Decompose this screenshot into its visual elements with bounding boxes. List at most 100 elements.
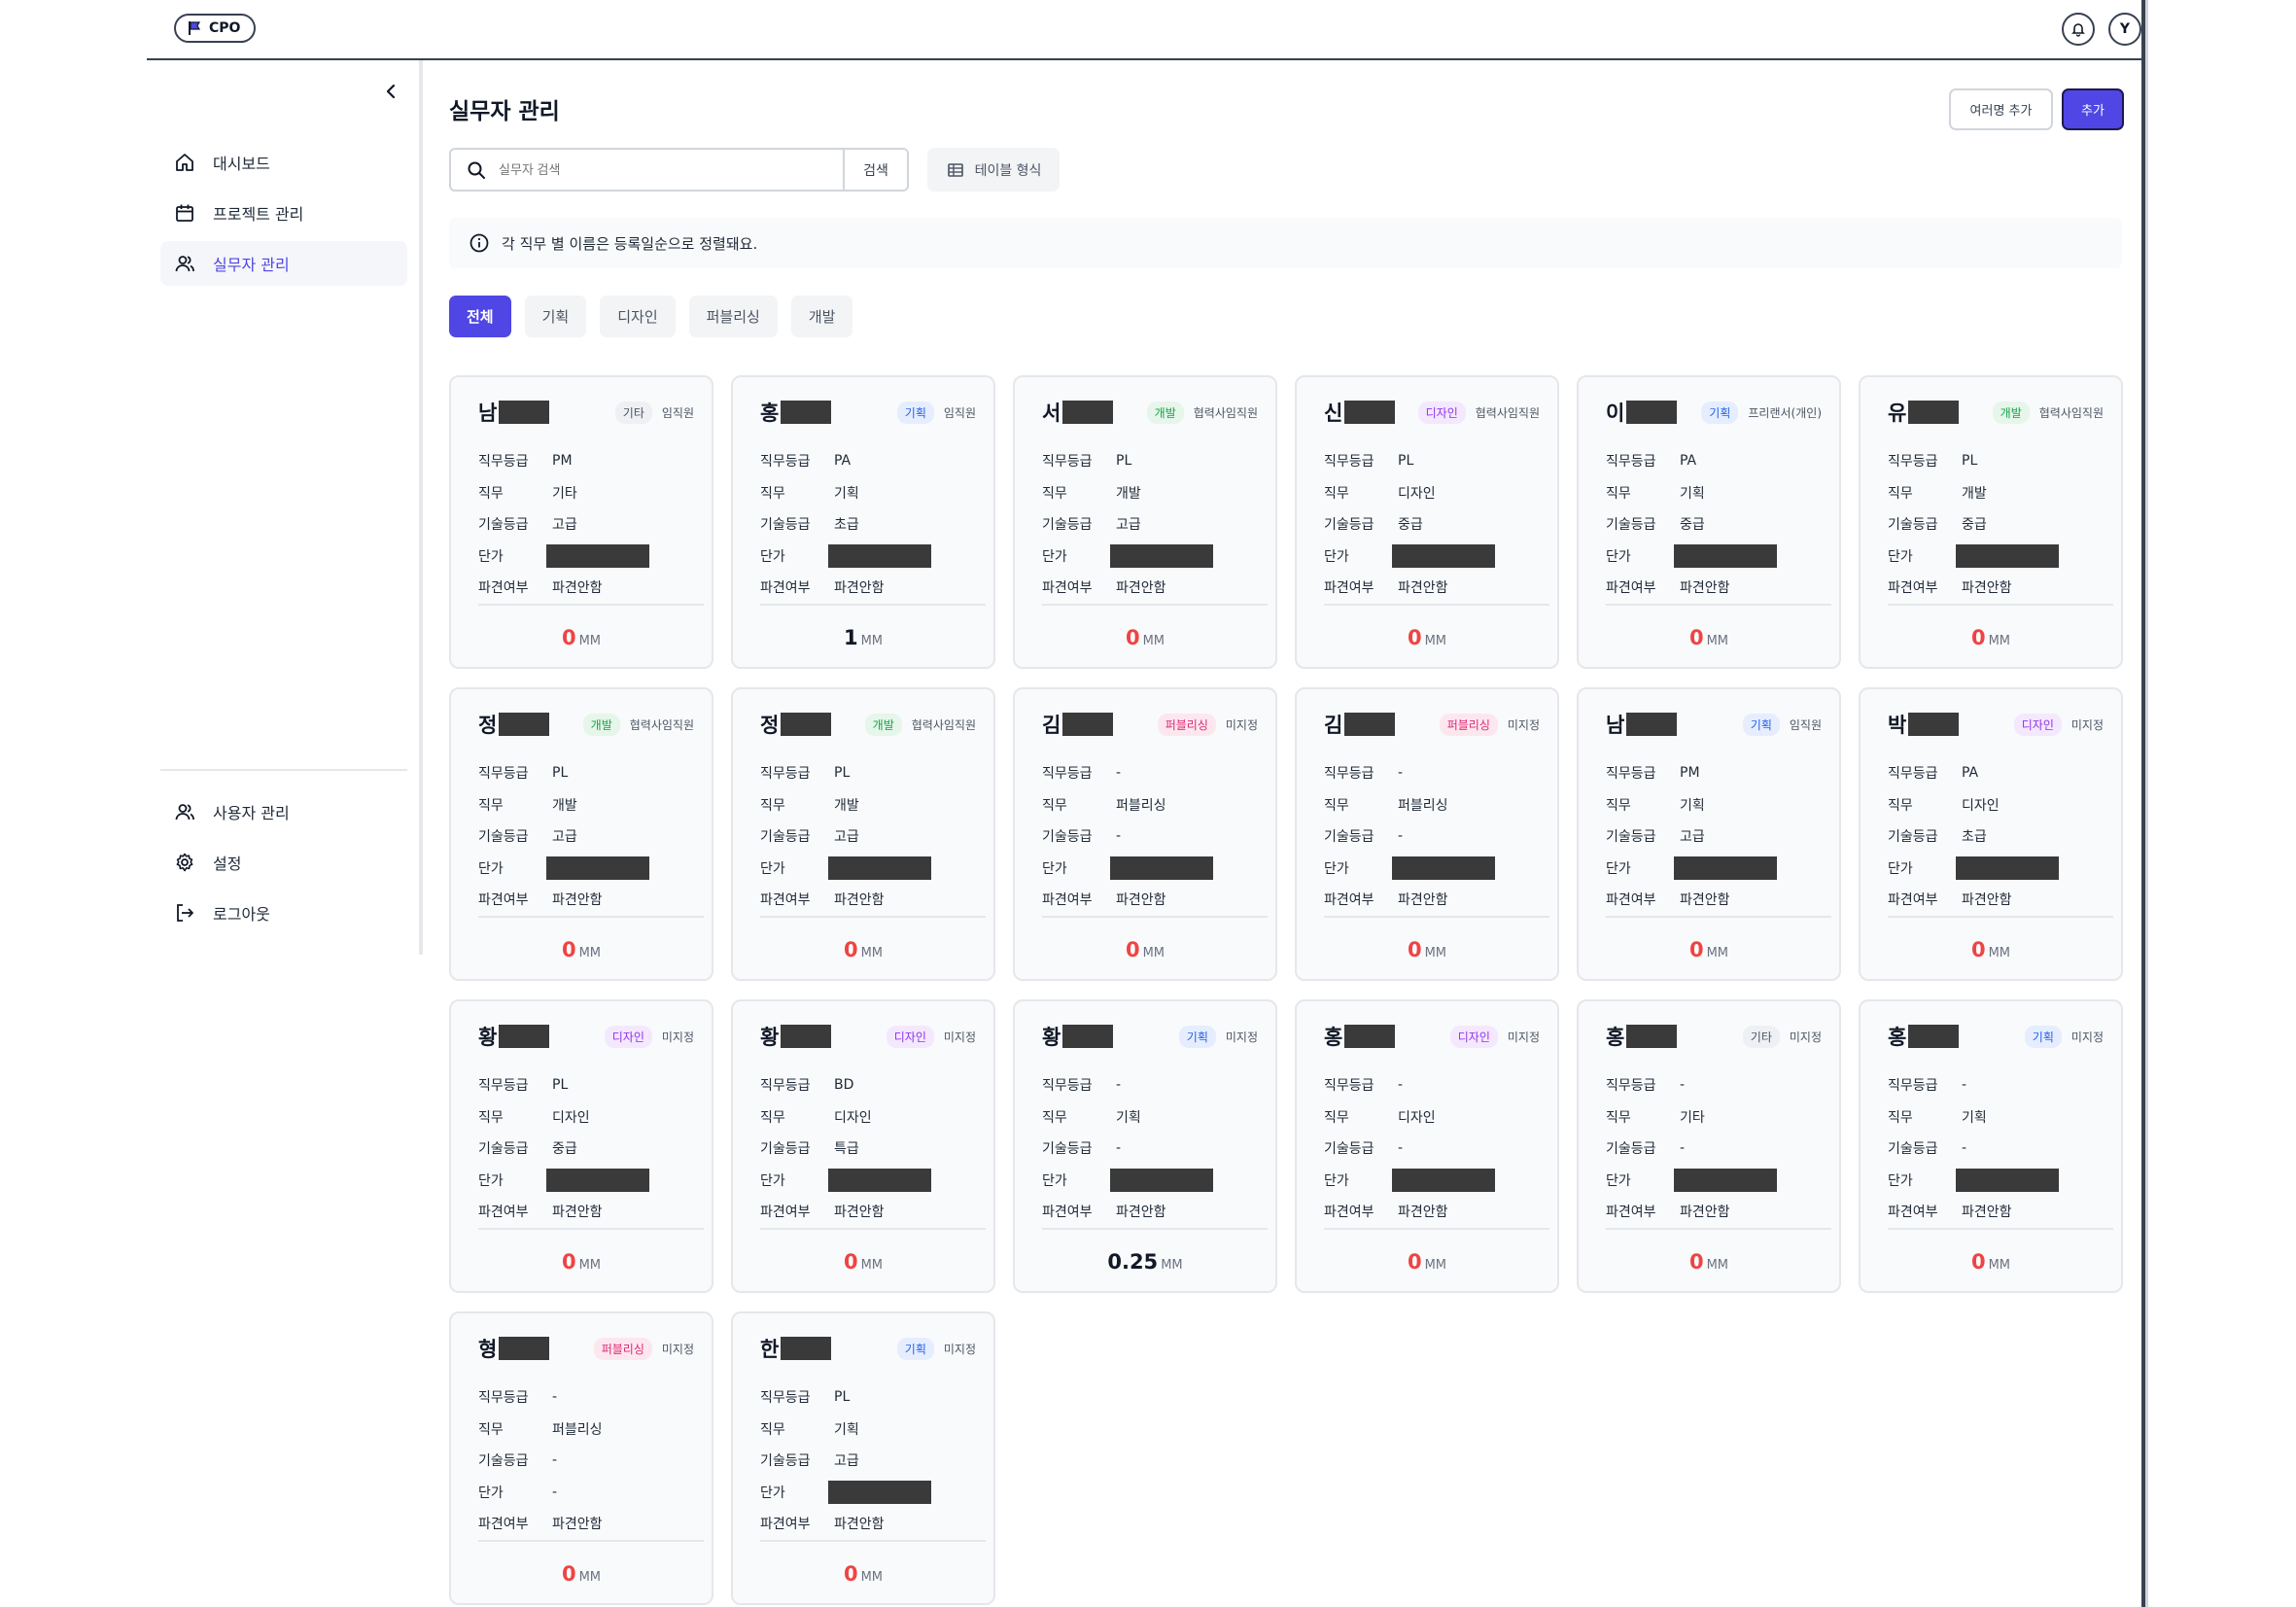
- practitioner-card[interactable]: 형 퍼블리싱 미지정 직무등급 - 직무 퍼블리싱 기술등급 - 단가 - 파견여부 파견…: [449, 1311, 713, 1605]
- card-fields: 직무등급 PM 직무 기획 기술등급 고급 단가 파견여부 파견안함: [1606, 757, 1822, 916]
- practitioner-card[interactable]: 서 개발 협력사임직원 직무등급 PL 직무 개발 기술등급 고급 단가 파견여부 파견…: [1013, 375, 1277, 669]
- field-value: 디자인: [834, 1109, 872, 1126]
- tab-planning[interactable]: 기획: [524, 296, 587, 337]
- sidebar-item-users[interactable]: 사용자 관리: [160, 789, 407, 834]
- card-divider: [1324, 1228, 1549, 1230]
- practitioner-card[interactable]: 김 퍼블리싱 미지정 직무등급 - 직무 퍼블리싱 기술등급 - 단가 파견여부 파견안…: [1013, 687, 1277, 981]
- sidebar-item-settings[interactable]: 설정: [160, 840, 407, 885]
- practitioner-name: 홍: [760, 398, 832, 427]
- job-badge: 디자인: [1449, 1025, 1498, 1048]
- sidebar-item-projects[interactable]: 프로젝트 관리: [160, 191, 407, 235]
- card-divider: [760, 916, 986, 918]
- field-label: 직무등급: [760, 1078, 811, 1095]
- field-label: 단가: [1042, 860, 1067, 877]
- add-button[interactable]: 추가: [2062, 88, 2124, 130]
- tab-design[interactable]: 디자인: [600, 296, 676, 337]
- man-month-unit: MM: [1706, 1258, 1729, 1273]
- card-fields: 직무등급 - 직무 퍼블리싱 기술등급 - 단가 - 파견여부 파견안함: [478, 1381, 694, 1540]
- field-row-price: 단가: [1606, 853, 1822, 885]
- employment-status: 미지정: [661, 1030, 694, 1044]
- collapse-sidebar-button[interactable]: [382, 82, 401, 101]
- field-value: PL: [1398, 453, 1414, 470]
- man-month-value: 0: [1407, 1250, 1422, 1274]
- logo[interactable]: CPO: [174, 14, 257, 43]
- field-value: 파견안함: [1398, 580, 1448, 597]
- sidebar-item-practitioners[interactable]: 실무자 관리: [160, 241, 407, 286]
- tab-development[interactable]: 개발: [790, 296, 853, 337]
- tab-all[interactable]: 전체: [449, 296, 511, 337]
- field-label: 단가: [1888, 548, 1913, 565]
- card-badges: 개발 협력사임직원: [1146, 401, 1258, 424]
- field-row-dispatch: 파견여부 파견안함: [478, 884, 694, 916]
- practitioner-card[interactable]: 남 기타 임직원 직무등급 PM 직무 기타 기술등급 고급 단가 파견여부 파견안함 …: [449, 375, 713, 669]
- practitioner-card[interactable]: 유 개발 협력사임직원 직무등급 PL 직무 개발 기술등급 중급 단가 파견여부 파견…: [1859, 375, 2123, 669]
- redacted-price: [828, 856, 931, 880]
- sidebar-item-dashboard[interactable]: 대시보드: [160, 140, 407, 185]
- card-header: 서 개발 협력사임직원: [1042, 399, 1258, 426]
- add-multiple-button[interactable]: 여러명 추가: [1949, 88, 2053, 130]
- notification-button[interactable]: [2062, 13, 2095, 46]
- practitioner-card[interactable]: 신 디자인 협력사임직원 직무등급 PL 직무 디자인 기술등급 중급 단가 파견여부…: [1295, 375, 1559, 669]
- field-value: 파견안함: [1962, 1205, 2012, 1221]
- field-row-job: 직무 개발: [1042, 477, 1258, 509]
- practitioner-card[interactable]: 정 개발 협력사임직원 직무등급 PL 직무 개발 기술등급 고급 단가 파견여부 파견…: [731, 687, 995, 981]
- redacted-price: [1956, 856, 2059, 880]
- card-fields: 직무등급 PM 직무 기타 기술등급 고급 단가 파견여부 파견안함: [478, 445, 694, 604]
- practitioner-card[interactable]: 남 기획 임직원 직무등급 PM 직무 기획 기술등급 고급 단가 파견여부 파견안함 …: [1577, 687, 1841, 981]
- field-row-price: 단가: [1888, 541, 2104, 573]
- field-label: 직무: [1324, 797, 1349, 814]
- practitioner-card[interactable]: 정 개발 협력사임직원 직무등급 PL 직무 개발 기술등급 고급 단가 파견여부 파견…: [449, 687, 713, 981]
- card-divider: [1606, 604, 1831, 606]
- practitioner-card[interactable]: 홍 기획 미지정 직무등급 - 직무 기획 기술등급 - 단가 파견여부 파견안함 0M…: [1859, 999, 2123, 1293]
- field-value: 고급: [1116, 517, 1141, 534]
- practitioner-card[interactable]: 이 기획 프리랜서(개인) 직무등급 PA 직무 기획 기술등급 중급 단가 파견여부…: [1577, 375, 1841, 669]
- field-label: 직무: [1888, 797, 1913, 814]
- redacted-name: [1062, 401, 1114, 424]
- table-view-button[interactable]: 테이블 형식: [927, 148, 1060, 192]
- practitioner-card[interactable]: 홍 기타 미지정 직무등급 - 직무 기타 기술등급 - 단가 파견여부 파견안함 0M…: [1577, 999, 1841, 1293]
- user-avatar[interactable]: Y: [2108, 13, 2141, 46]
- card-divider: [1324, 916, 1549, 918]
- field-row-dispatch: 파견여부 파견안함: [1042, 1196, 1258, 1228]
- sidebar-item-logout[interactable]: 로그아웃: [160, 891, 407, 935]
- field-row-price: 단가: [1888, 1165, 2104, 1197]
- search-input[interactable]: [499, 162, 790, 177]
- field-value: 중급: [1962, 517, 1987, 534]
- field-value: -: [1680, 1077, 1686, 1094]
- field-row-grade: 직무등급 PA: [760, 445, 976, 477]
- field-value: PL: [552, 1077, 569, 1094]
- practitioner-card[interactable]: 김 퍼블리싱 미지정 직무등급 - 직무 퍼블리싱 기술등급 - 단가 파견여부 파견안…: [1295, 687, 1559, 981]
- employment-status: 미지정: [1225, 717, 1258, 732]
- sidebar-item-label: 사용자 관리: [213, 804, 290, 822]
- practitioner-name: 남: [478, 398, 550, 427]
- field-row-skill: 기술등급 고급: [1606, 821, 1822, 853]
- card-badges: 디자인 미지정: [1449, 1025, 1540, 1048]
- job-badge: 퍼블리싱: [1157, 713, 1216, 736]
- search-button[interactable]: 검색: [843, 150, 907, 190]
- practitioner-card[interactable]: 박 디자인 미지정 직무등급 PA 직무 디자인 기술등급 초급 단가 파견여부 파견안…: [1859, 687, 2123, 981]
- field-label: 단가: [1606, 1172, 1631, 1189]
- field-row-job: 직무 기획: [1888, 1101, 2104, 1134]
- card-header: 황 디자인 미지정: [478, 1023, 694, 1050]
- practitioner-card[interactable]: 홍 기획 임직원 직무등급 PA 직무 기획 기술등급 초급 단가 파견여부 파견안함 …: [731, 375, 995, 669]
- field-value: 디자인: [1398, 1109, 1436, 1126]
- practitioner-card[interactable]: 홍 디자인 미지정 직무등급 - 직무 디자인 기술등급 - 단가 파견여부 파견안함 …: [1295, 999, 1559, 1293]
- practitioner-card[interactable]: 황 기획 미지정 직무등급 - 직무 기획 기술등급 - 단가 파견여부 파견안함 0.…: [1013, 999, 1277, 1293]
- man-month-unit: MM: [1142, 946, 1165, 961]
- field-label: 파견여부: [478, 892, 529, 909]
- card-header: 홍 디자인 미지정: [1324, 1023, 1540, 1050]
- card-divider: [760, 1228, 986, 1230]
- practitioner-card[interactable]: 황 디자인 미지정 직무등급 PL 직무 디자인 기술등급 중급 단가 파견여부 파견안…: [449, 999, 713, 1293]
- field-row-dispatch: 파견여부 파견안함: [1606, 572, 1822, 604]
- man-month-value: 0: [1970, 938, 1986, 961]
- field-row-price: 단가: [760, 1165, 976, 1197]
- field-label: 단가: [1324, 860, 1349, 877]
- practitioner-card[interactable]: 한 기획 미지정 직무등급 PL 직무 기획 기술등급 고급 단가 파견여부 파견안함 …: [731, 1311, 995, 1605]
- tab-publishing[interactable]: 퍼블리싱: [688, 296, 778, 337]
- job-badge: 퍼블리싱: [593, 1337, 652, 1360]
- redacted-price: [1110, 1168, 1213, 1192]
- field-row-grade: 직무등급 -: [478, 1381, 694, 1414]
- practitioner-name: 이: [1606, 398, 1678, 427]
- practitioner-card[interactable]: 황 디자인 미지정 직무등급 BD 직무 디자인 기술등급 특급 단가 파견여부 파견안…: [731, 999, 995, 1293]
- field-value: 고급: [834, 1453, 859, 1470]
